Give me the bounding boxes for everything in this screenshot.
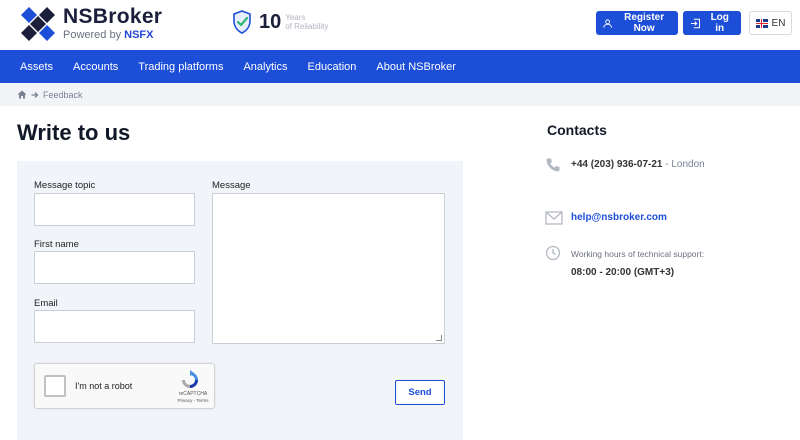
brand-tagline: Powered by NSFX: [63, 29, 162, 41]
nav-item-about[interactable]: About NSBroker: [376, 61, 455, 73]
uk-flag-icon: [755, 18, 768, 28]
envelope-icon: [545, 211, 563, 225]
email-input[interactable]: [34, 310, 195, 343]
brand-name: NSBroker: [63, 5, 163, 28]
brand[interactable]: NSBroker Powered by NSFX: [63, 5, 163, 42]
support-hours-value: 08:00 - 20:00 (GMT+3): [571, 267, 675, 278]
login-button-label: Log in: [710, 12, 729, 34]
phone-number: +44 (203) 936-07-21: [571, 159, 663, 170]
nav-item-trading-platforms[interactable]: Trading platforms: [138, 61, 223, 73]
contact-phone[interactable]: +44 (203) 936-07-21 - London: [571, 159, 705, 170]
message-label: Message: [212, 180, 251, 191]
nav-item-analytics[interactable]: Analytics: [243, 61, 287, 73]
nav-item-education[interactable]: Education: [307, 61, 356, 73]
arrow-right-icon: [31, 91, 39, 98]
topic-input[interactable]: [34, 193, 195, 226]
email-label: Email: [34, 298, 58, 309]
topic-label: Message topic: [34, 180, 96, 191]
first-name-input[interactable]: [34, 251, 195, 284]
site-header: NSBroker Powered by NSFX 10 Years of Rel…: [0, 0, 800, 50]
recaptcha-label: I'm not a robot: [75, 381, 133, 391]
register-button[interactable]: Register Now: [596, 11, 678, 35]
badge-years-number: 10: [259, 10, 282, 33]
send-button[interactable]: Send: [395, 380, 445, 405]
recaptcha-checkbox[interactable]: [44, 375, 66, 397]
first-name-label: First name: [34, 239, 79, 250]
brand-tagline-highlight: NSFX: [124, 29, 154, 41]
language-label: EN: [771, 17, 786, 29]
register-button-label: Register Now: [624, 12, 665, 34]
brand-tagline-prefix: Powered by: [63, 29, 122, 41]
badge-caption-line1: Years: [285, 13, 306, 22]
recaptcha-terms-link[interactable]: Privacy - Terms: [173, 398, 213, 403]
page-title: Write to us: [17, 120, 131, 145]
language-selector[interactable]: EN: [749, 11, 792, 35]
phone-icon: [546, 158, 560, 172]
badge-caption-line2: of Reliability: [285, 22, 329, 31]
feedback-form: Message topic First name Email Message I…: [17, 161, 463, 440]
user-icon: [603, 18, 612, 28]
main-nav: Assets Accounts Trading platforms Analyt…: [0, 50, 800, 83]
home-icon[interactable]: [17, 90, 27, 99]
contact-email-link[interactable]: help@nsbroker.com: [571, 212, 667, 223]
login-button[interactable]: Log in: [683, 11, 741, 35]
shield-check-icon: [233, 10, 251, 34]
phone-location: - London: [665, 159, 705, 170]
recaptcha-logo-icon: [182, 370, 198, 388]
support-hours-label: Working hours of technical support:: [571, 249, 705, 259]
contacts-title: Contacts: [547, 122, 607, 138]
breadcrumb: Feedback: [0, 83, 800, 106]
breadcrumb-current: Feedback: [43, 89, 83, 100]
login-icon: [690, 18, 701, 28]
recaptcha-widget: I'm not a robot reCAPTCHA Privacy - Term…: [34, 363, 215, 409]
message-textarea[interactable]: [212, 193, 445, 344]
nav-item-assets[interactable]: Assets: [20, 61, 53, 73]
nsbroker-logo-icon[interactable]: [20, 6, 56, 42]
nav-item-accounts[interactable]: Accounts: [73, 61, 118, 73]
reliability-badge: 10 Years of Reliability: [232, 10, 328, 34]
resize-handle-icon[interactable]: [436, 335, 442, 341]
badge-caption: Years of Reliability: [285, 13, 328, 31]
clock-icon: [545, 245, 561, 261]
recaptcha-brand: reCAPTCHA: [178, 391, 208, 397]
